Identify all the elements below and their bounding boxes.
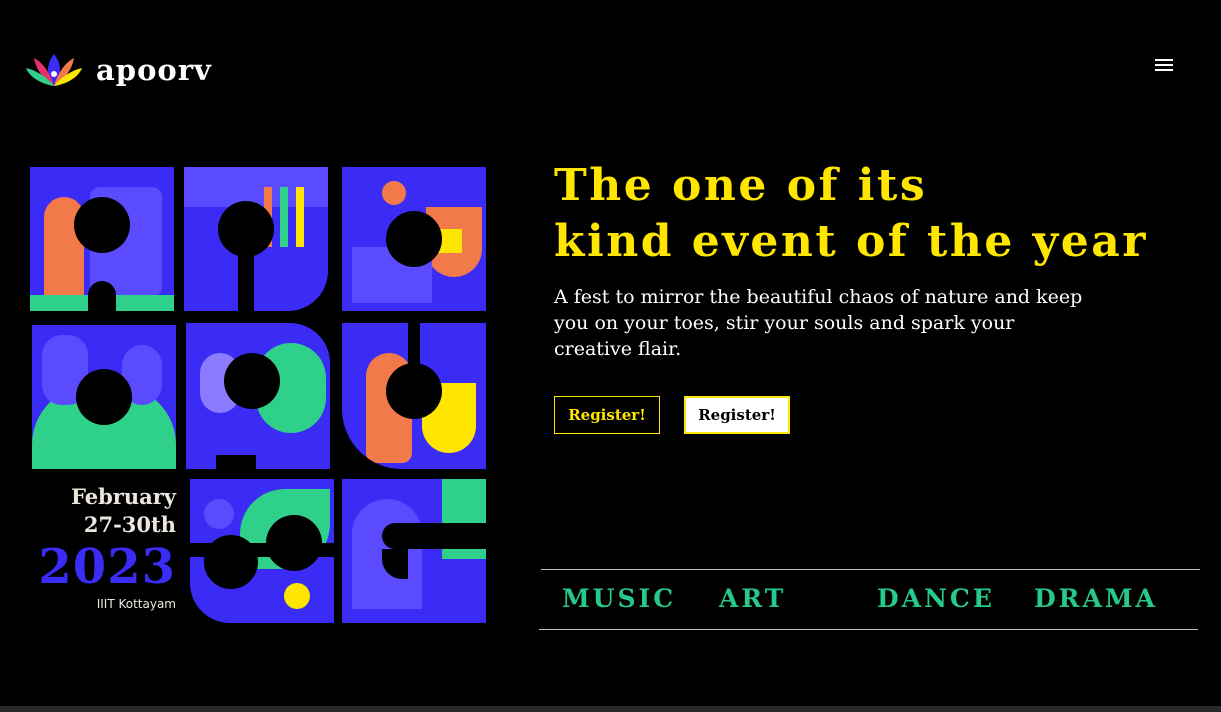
register-solid-button[interactable]: Register! [684, 396, 790, 434]
headline-line-1: The one of its [554, 160, 928, 211]
headline-line-2: kind event of the year [554, 216, 1148, 267]
category-drama[interactable]: DRAMA [1034, 584, 1158, 613]
poster-tile-drama [342, 323, 486, 469]
hamburger-menu-icon[interactable] [1150, 54, 1178, 76]
poster-tile-performance [342, 479, 486, 623]
poster-artwork: February 27-30th 2023 IIIT Kottayam [30, 167, 488, 625]
category-dance[interactable]: DANCE [877, 584, 995, 613]
category-art[interactable]: ART [719, 584, 786, 613]
poster-tile-mic [186, 323, 330, 469]
lotus-logo-icon [26, 54, 82, 86]
poster-days: 27-30th [83, 512, 176, 537]
poster-month: February [70, 484, 176, 509]
poster-tile-art [184, 167, 328, 311]
poster-date: February 27-30th 2023 IIIT Kottayam [30, 483, 176, 611]
poster-tile-music [30, 167, 174, 311]
category-bottom-divider [539, 629, 1198, 630]
poster-place: IIIT Kottayam [96, 597, 176, 611]
poster-tile-nature [190, 479, 334, 623]
category-music[interactable]: MUSIC [562, 584, 676, 613]
hero-tagline: A fest to mirror the beautiful chaos of … [554, 286, 1083, 360]
logo[interactable]: apoorv [24, 50, 212, 90]
poster-year: 2023 [38, 539, 176, 595]
poster-tile-tech [342, 167, 486, 311]
poster-tile-dance [32, 325, 176, 469]
register-outline-button[interactable]: Register! [554, 396, 660, 434]
bottom-scroll-edge [0, 706, 1221, 712]
hero-headline: The one of its kind event of the year [554, 158, 1148, 270]
category-top-divider [541, 569, 1200, 570]
logo-text: apoorv [96, 52, 212, 87]
